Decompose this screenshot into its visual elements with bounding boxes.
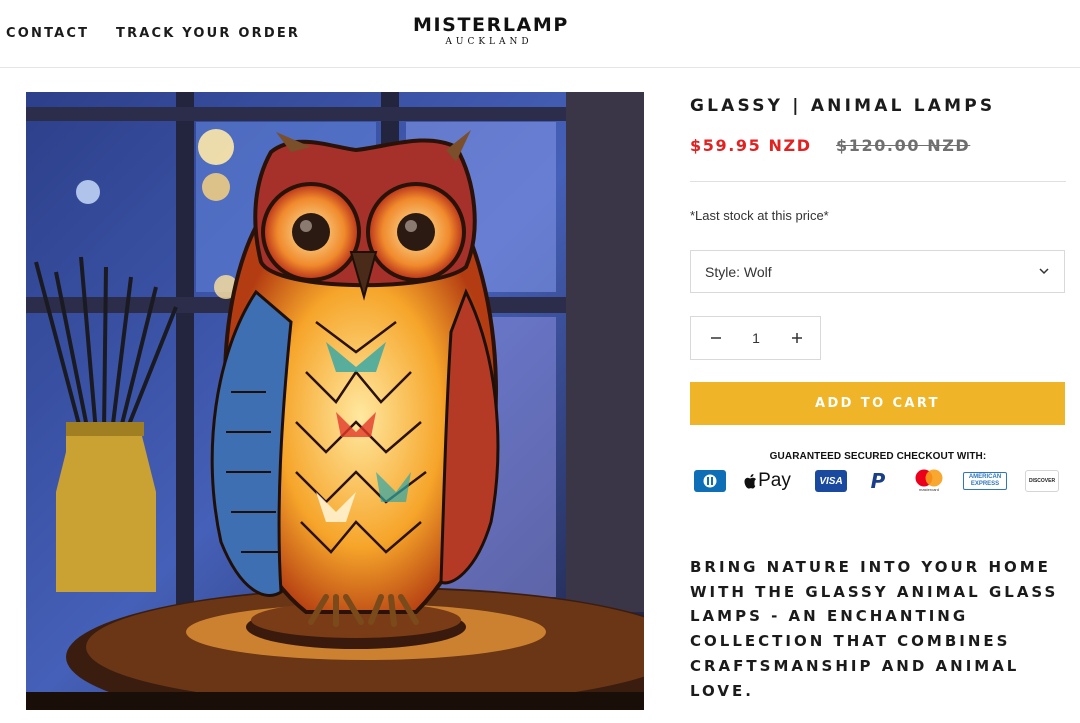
- logo-main-text: MISTERLAMP: [413, 14, 569, 36]
- paypal-text: P: [870, 469, 886, 493]
- site-logo[interactable]: MISTERLAMP AUCKLAND: [413, 14, 569, 48]
- quantity-stepper: 1: [690, 316, 821, 360]
- payment-icons: Pay VISA P mastercard AMERICAN EXPRESS D…: [694, 468, 1064, 494]
- chevron-down-icon: [1039, 268, 1049, 275]
- mastercard-text: mastercard: [918, 487, 939, 492]
- amex-text-line1: AMERICAN: [968, 474, 1002, 480]
- discover-icon: DISCOVER: [1024, 468, 1060, 494]
- owl-lamp-illustration: [26, 92, 644, 710]
- site-header: CONTACT TRACK YOUR ORDER MISTERLAMP AUCK…: [0, 0, 1080, 68]
- nav-track-order-link[interactable]: TRACK YOUR ORDER: [116, 26, 300, 41]
- minus-icon[interactable]: [705, 327, 727, 349]
- stock-note: *Last stock at this price*: [690, 208, 829, 223]
- amex-text-line2: EXPRESS: [970, 481, 1000, 487]
- checkout-heading: GUARANTEED SECURED CHECKOUT WITH:: [769, 451, 987, 462]
- apple-pay-text: Pay: [758, 470, 791, 491]
- sale-price: $59.95 NZD: [690, 136, 812, 155]
- product-description: BRING NATURE INTO YOUR HOME WITH THE GLA…: [690, 558, 1059, 700]
- compare-at-price: $120.00 NZD: [836, 136, 971, 155]
- mastercard-icon: mastercard: [912, 468, 946, 494]
- divider: [690, 181, 1066, 182]
- apple-pay-icon: Pay: [740, 468, 794, 494]
- diners-icon: [694, 468, 726, 494]
- style-select[interactable]: Style: Wolf: [690, 250, 1065, 293]
- product-image[interactable]: [26, 92, 644, 710]
- discover-text: DISCOVER: [1028, 478, 1056, 484]
- plus-icon[interactable]: [786, 327, 808, 349]
- nav-contact-link[interactable]: CONTACT: [6, 26, 89, 41]
- visa-icon: VISA: [814, 468, 848, 494]
- style-select-label: Style: Wolf: [705, 264, 772, 280]
- visa-text: VISA: [819, 475, 843, 487]
- product-title: GLASSY | ANIMAL LAMPS: [690, 96, 996, 116]
- amex-icon: AMERICAN EXPRESS: [962, 468, 1008, 494]
- quantity-input[interactable]: 1: [741, 330, 771, 346]
- add-to-cart-button[interactable]: ADD TO CART: [690, 382, 1065, 425]
- logo-sub-text: AUCKLAND: [445, 37, 533, 47]
- paypal-icon: P: [864, 468, 892, 494]
